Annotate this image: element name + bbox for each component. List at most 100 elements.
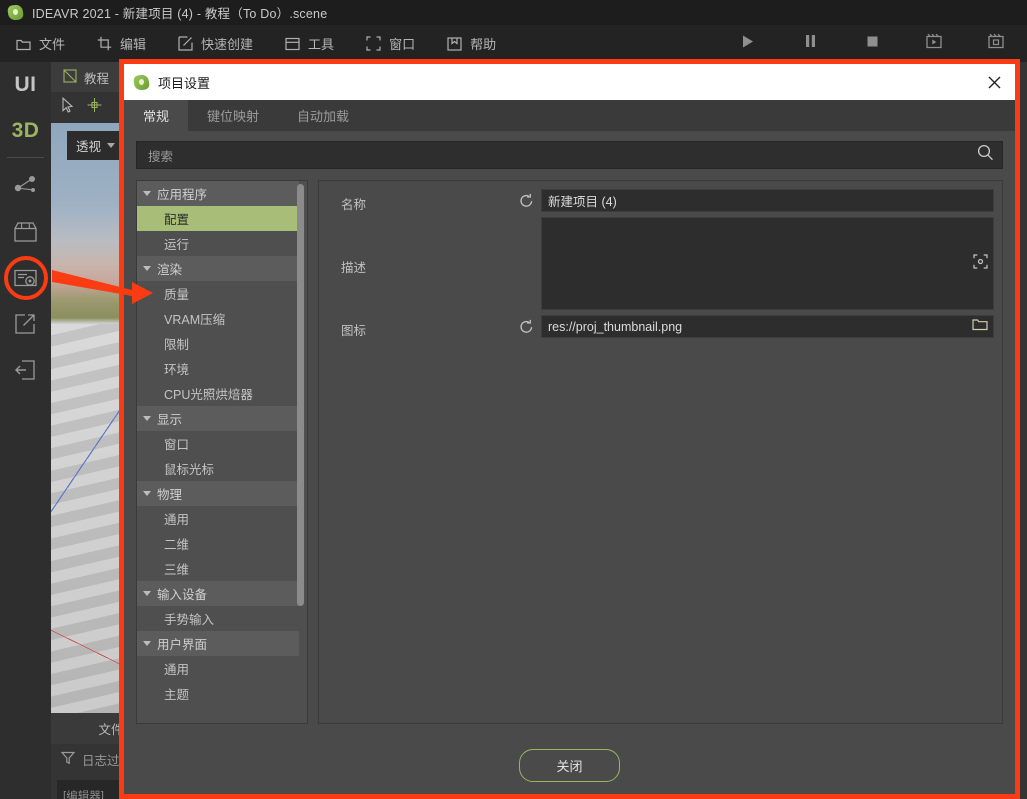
asset-store-icon[interactable] (0, 209, 51, 255)
property-row-description: 描述 (319, 217, 1002, 310)
description-revert-spacer (519, 217, 541, 221)
pause-icon (804, 34, 817, 53)
menu-window-label: 窗口 (389, 37, 416, 52)
export-icon[interactable] (0, 301, 51, 347)
tree-group[interactable]: 应用程序 (137, 181, 299, 206)
tree-item[interactable]: 二维 (137, 531, 299, 556)
menu-help[interactable]: 帮助 (431, 25, 512, 62)
menu-edit[interactable]: 编辑 (81, 25, 162, 62)
tree-group[interactable]: 显示 (137, 406, 299, 431)
tree-item-label: 通用 (164, 663, 190, 677)
tree-group-label: 显示 (157, 413, 183, 427)
tree-item[interactable]: 运行 (137, 231, 299, 256)
icon-label: 图标 (341, 324, 367, 338)
tree-item-label: 窗口 (164, 438, 190, 452)
menu-tools[interactable]: 工具 (269, 25, 350, 62)
tree-group[interactable]: 输入设备 (137, 581, 299, 606)
tree-group-label: 渲染 (157, 263, 183, 277)
folder-open-icon[interactable] (972, 317, 988, 336)
mode-3d-label: 3D (11, 119, 40, 142)
tree-item-label: CPU光照烘焙器 (164, 388, 253, 402)
files-tab-label: 文件 (98, 723, 124, 737)
folder-icon (16, 37, 31, 51)
close-button[interactable]: 关闭 (519, 748, 620, 782)
select-tool-icon[interactable] (61, 96, 76, 118)
tree-item-label: 质量 (164, 288, 190, 302)
settings-tree[interactable]: 应用程序配置运行渲染质量 VRAM压缩限制环境 CPU光照烘焙器显示窗口鼠标光标 物理… (136, 180, 308, 724)
tree-group[interactable]: 物理 (137, 481, 299, 506)
tab-autoload[interactable]: 自动加载 (278, 100, 368, 131)
menu-window[interactable]: 窗口 (350, 25, 431, 62)
tree-group[interactable]: 渲染 (137, 256, 299, 281)
tree-item[interactable]: 窗口 (137, 431, 299, 456)
tab-input-map-label: 键位映射 (207, 109, 260, 124)
scene-icon (63, 68, 77, 86)
mode-3d[interactable]: 3D (0, 108, 51, 154)
menu-edit-label: 编辑 (120, 37, 147, 52)
play-button[interactable] (717, 25, 779, 62)
menu-tools-label: 工具 (308, 37, 335, 52)
tab-input-map[interactable]: 键位映射 (188, 100, 278, 131)
dialog-title: 项目设置 (158, 75, 211, 91)
tree-item[interactable]: 通用 (137, 656, 299, 681)
menu-quick-create-label: 快速创建 (201, 37, 254, 52)
tree-item-label: 主题 (164, 688, 190, 702)
tree-item[interactable]: 质量 (137, 281, 299, 306)
icon-path-input[interactable]: res://proj_thumbnail.png (541, 315, 994, 338)
description-textarea[interactable] (541, 217, 994, 310)
crop-icon (97, 36, 112, 51)
revert-icon[interactable] (519, 189, 541, 213)
left-icon-rail: UI 3D (0, 62, 51, 799)
tree-item-label: 环境 (164, 363, 190, 377)
tree-item[interactable]: VRAM压缩 (137, 306, 299, 331)
close-icon[interactable] (979, 67, 1009, 97)
move-tool-icon[interactable] (86, 97, 103, 118)
search-icon[interactable] (977, 144, 994, 166)
play-scene-button[interactable] (903, 25, 965, 62)
tree-group-label: 输入设备 (157, 588, 208, 602)
tree-group[interactable]: 用户界面 (137, 631, 299, 656)
menu-bar: 文件 编辑 快速创建 工具 窗口 帮助 (0, 25, 1027, 62)
tree-item[interactable]: 手势输入 (137, 606, 299, 631)
tab-autoload-label: 自动加载 (297, 109, 350, 124)
name-field-wrap: 新建项目 (4) (541, 189, 994, 212)
tree-item[interactable]: 鼠标光标 (137, 456, 299, 481)
dialog-panes: 应用程序配置运行渲染质量 VRAM压缩限制环境 CPU光照烘焙器显示窗口鼠标光标 物理… (136, 180, 1003, 736)
revert-icon[interactable] (519, 315, 541, 339)
search-input[interactable]: 搜索 (136, 141, 1003, 169)
tree-item-label: VRAM压缩 (164, 313, 226, 327)
tree-item[interactable]: 环境 (137, 356, 299, 381)
tree-item[interactable]: 主题 (137, 681, 299, 706)
tree-item-label: 三维 (164, 563, 190, 577)
expand-icon[interactable] (973, 253, 988, 274)
clapperboard-icon (987, 33, 1005, 54)
tree-item[interactable]: CPU光照烘焙器 (137, 381, 299, 406)
settings-tree-scrollbar[interactable] (297, 184, 304, 606)
frame-brackets-icon (366, 36, 381, 51)
node-graph-icon[interactable] (0, 163, 51, 209)
search-placeholder: 搜索 (148, 149, 174, 164)
tree-item-label: 配置 (164, 213, 190, 227)
name-input[interactable]: 新建项目 (4) (541, 189, 994, 212)
menu-file[interactable]: 文件 (0, 25, 81, 62)
pause-button[interactable] (779, 25, 841, 62)
book-icon (447, 36, 462, 51)
tree-item-selected[interactable]: 配置 (137, 206, 299, 231)
mode-ui-label: UI (14, 73, 37, 96)
tree-item[interactable]: 三维 (137, 556, 299, 581)
caret-down-icon (143, 641, 151, 646)
ideavr-logo-icon (7, 4, 24, 21)
tree-item[interactable]: 限制 (137, 331, 299, 356)
perspective-dropdown[interactable]: 透视 (67, 131, 124, 160)
title-bar: IDEAVR 2021 - 新建项目 (4) - 教程（To Do）.scene (0, 0, 1027, 25)
play-custom-scene-button[interactable] (965, 25, 1027, 62)
exit-icon[interactable] (0, 347, 51, 393)
tab-general[interactable]: 常规 (124, 100, 189, 131)
caret-down-icon (143, 491, 151, 496)
tree-item[interactable]: 通用 (137, 506, 299, 531)
stop-button[interactable] (841, 25, 903, 62)
window-title: IDEAVR 2021 - 新建项目 (4) - 教程（To Do）.scene (32, 7, 328, 21)
menu-quick-create[interactable]: 快速创建 (162, 25, 269, 62)
mode-ui[interactable]: UI (0, 62, 51, 108)
log-entry: [编辑器] (63, 791, 104, 799)
